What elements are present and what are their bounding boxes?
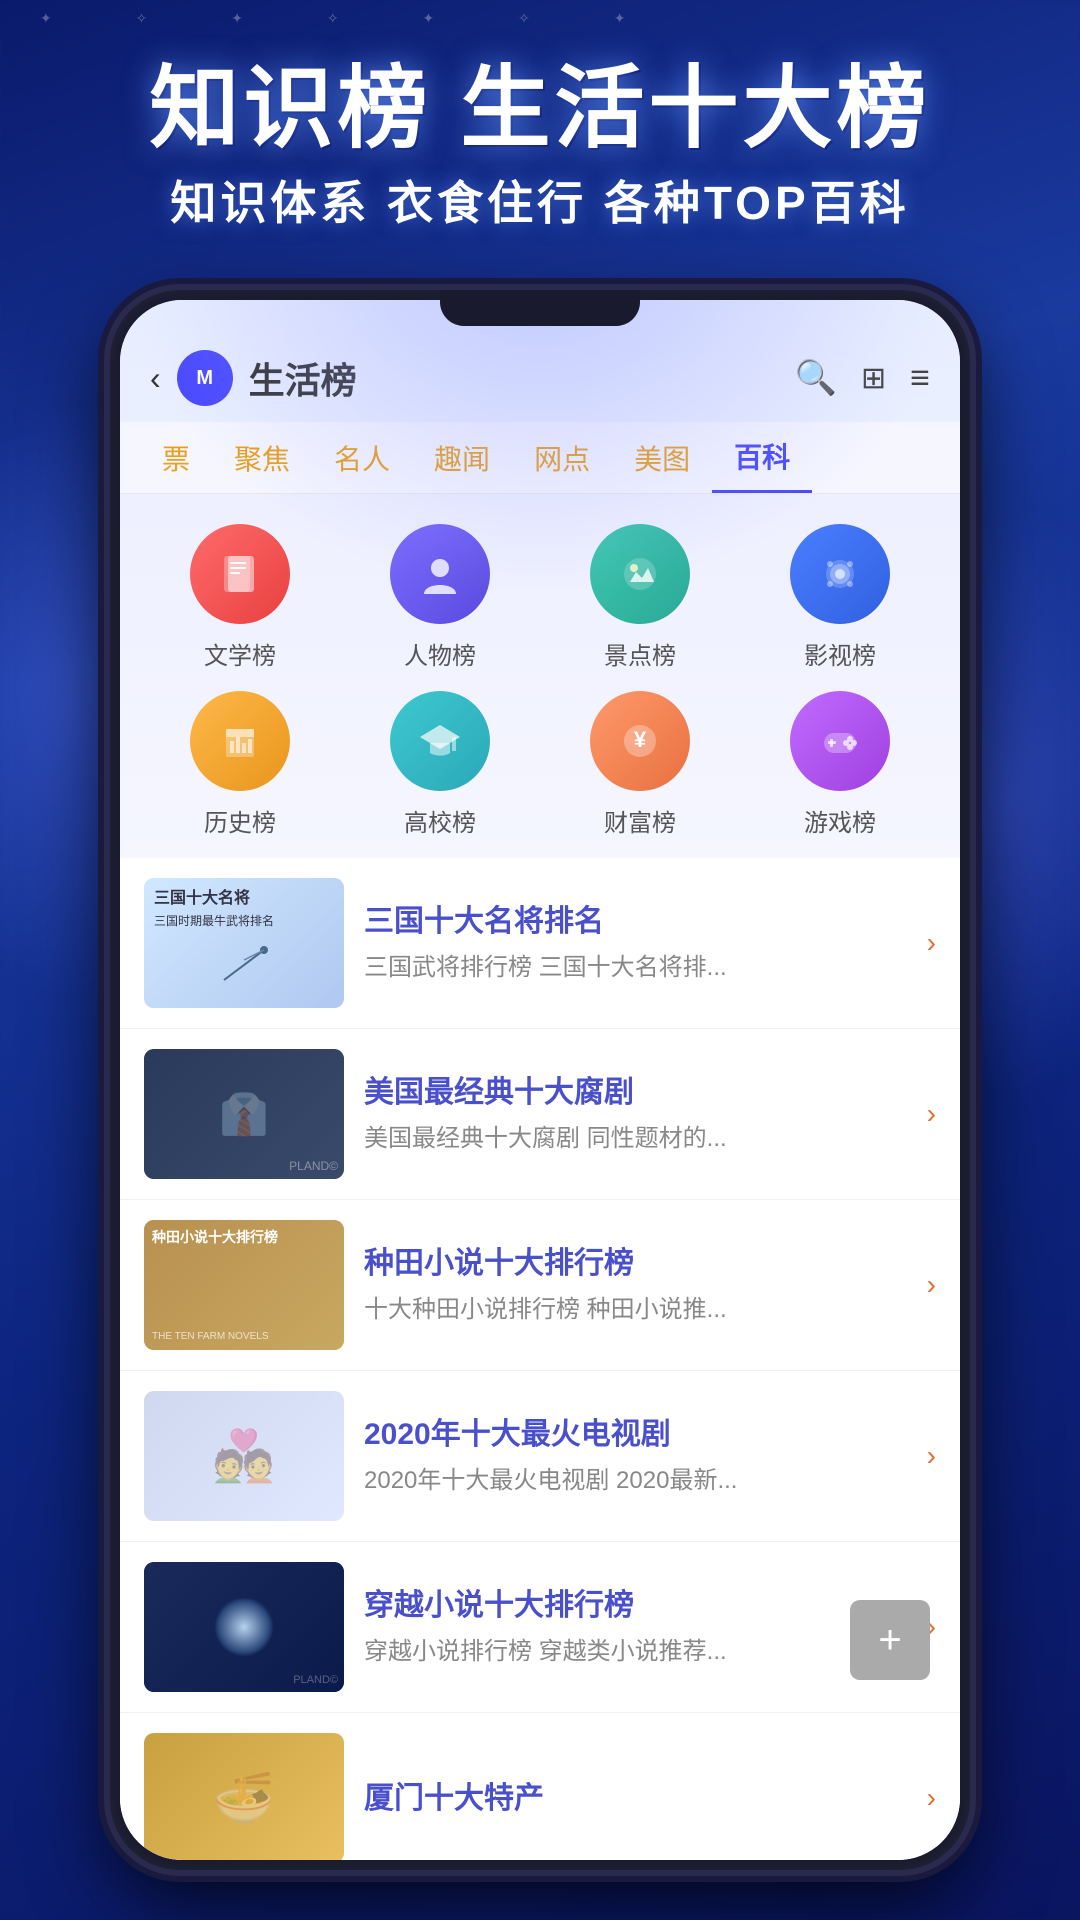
grid-icon[interactable]: ⊞ <box>861 361 886 396</box>
list-thumb-1: 三国十大名将三国时期最牛武将排名 <box>144 878 344 1008</box>
category-renwu[interactable]: 人物榜 <box>350 524 530 671</box>
list-content-3: 种田小说十大排行榜 十大种田小说排行榜 种田小说推... <box>364 1244 907 1327</box>
list-desc-1: 三国武将排行榜 三国十大名将排... <box>364 951 907 985</box>
category-wenxue[interactable]: 文学榜 <box>150 524 330 671</box>
tab-meitu[interactable]: 美图 <box>612 424 712 492</box>
wenxue-label: 文学榜 <box>204 636 276 671</box>
phone-frame: ‹ M 生活榜 🔍 ⊞ ≡ 票 聚焦 名人 趣闻 网点 美图 百科 <box>110 290 970 1870</box>
list-desc-5: 穿越小说排行榜 穿越类小说推荐... <box>364 1635 907 1669</box>
top-bar-left: ‹ M 生活榜 <box>150 350 357 406</box>
list-item[interactable]: 种田小说十大排行榜 THE TEN FARM NOVELS 种田小说十大排行榜 … <box>120 1200 960 1371</box>
list-content-4: 2020年十大最火电视剧 2020年十大最火电视剧 2020最新... <box>364 1415 907 1498</box>
category-jingdian[interactable]: 景点榜 <box>550 524 730 671</box>
top-bar-actions: 🔍 ⊞ ≡ <box>795 358 930 398</box>
category-caifu[interactable]: ¥ 财富榜 <box>550 691 730 838</box>
list-content-2: 美国最经典十大腐剧 美国最经典十大腐剧 同性题材的... <box>364 1073 907 1156</box>
tab-quwen[interactable]: 趣闻 <box>412 424 512 492</box>
category-lishi[interactable]: 历史榜 <box>150 691 330 838</box>
list-thumb-3: 种田小说十大排行榜 THE TEN FARM NOVELS <box>144 1220 344 1350</box>
list-title-2: 美国最经典十大腐剧 <box>364 1073 907 1112</box>
list-item[interactable]: 三国十大名将三国时期最牛武将排名 三国十大名将排名 <box>120 858 960 1029</box>
renwu-icon <box>390 524 490 624</box>
list-title-4: 2020年十大最火电视剧 <box>364 1415 907 1454</box>
list-content-6: 厦门十大特产 <box>364 1779 907 1818</box>
youxi-icon <box>790 691 890 791</box>
tab-baike[interactable]: 百科 <box>712 422 812 493</box>
list-arrow-2: › <box>927 1098 936 1130</box>
app-logo: M <box>177 350 233 406</box>
tab-wangdian[interactable]: 网点 <box>512 424 612 492</box>
list-item[interactable]: PLAND© 穿越小说十大排行榜 穿越小说排行榜 穿越类小说推荐... › <box>120 1542 960 1713</box>
caifu-label: 财富榜 <box>604 803 676 838</box>
header-title-sub: 知识体系 衣食住行 各种TOP百科 <box>0 167 1080 233</box>
list-section: 三国十大名将三国时期最牛武将排名 三国十大名将排名 <box>120 858 960 1860</box>
list-thumb-6: 🍜 <box>144 1733 344 1860</box>
phone-notch <box>440 290 640 326</box>
list-arrow-1: › <box>927 927 936 959</box>
category-gaoxiao[interactable]: 高校榜 <box>350 691 530 838</box>
header-area: 知识榜 生活十大榜 知识体系 衣食住行 各种TOP百科 <box>0 0 1080 263</box>
list-title-3: 种田小说十大排行榜 <box>364 1244 907 1283</box>
lishi-label: 历史榜 <box>204 803 276 838</box>
nav-tabs: 票 聚焦 名人 趣闻 网点 美图 百科 <box>120 422 960 494</box>
float-add-button[interactable]: + <box>850 1600 930 1680</box>
app-content: ‹ M 生活榜 🔍 ⊞ ≡ 票 聚焦 名人 趣闻 网点 美图 百科 <box>120 300 960 1860</box>
category-youxi[interactable]: 游戏榜 <box>750 691 930 838</box>
tab-jujiao[interactable]: 聚焦 <box>212 424 312 492</box>
list-arrow-3: › <box>927 1269 936 1301</box>
phone-screen: ‹ M 生活榜 🔍 ⊞ ≡ 票 聚焦 名人 趣闻 网点 美图 百科 <box>120 300 960 1860</box>
list-arrow-4: › <box>927 1440 936 1472</box>
jingdian-icon <box>590 524 690 624</box>
list-item[interactable]: 💑 2020年十大最火电视剧 2020年十大最火电视剧 2020最新... › <box>120 1371 960 1542</box>
list-desc-2: 美国最经典十大腐剧 同性题材的... <box>364 1122 907 1156</box>
lishi-icon <box>190 691 290 791</box>
yingshi-label: 影视榜 <box>804 636 876 671</box>
list-thumb-4: 💑 <box>144 1391 344 1521</box>
back-button[interactable]: ‹ <box>150 360 161 397</box>
header-title-main: 知识榜 生活十大榜 <box>0 60 1080 159</box>
gaoxiao-label: 高校榜 <box>404 803 476 838</box>
svg-text:¥: ¥ <box>634 727 647 752</box>
tab-mingren[interactable]: 名人 <box>312 424 412 492</box>
yingshi-icon <box>790 524 890 624</box>
list-thumb-2: 👔 PLAND© <box>144 1049 344 1179</box>
gaoxiao-icon <box>390 691 490 791</box>
category-yingshi[interactable]: 影视榜 <box>750 524 930 671</box>
list-desc-4: 2020年十大最火电视剧 2020最新... <box>364 1464 907 1498</box>
list-thumb-5: PLAND© <box>144 1562 344 1692</box>
wenxue-icon <box>190 524 290 624</box>
renwu-label: 人物榜 <box>404 636 476 671</box>
jingdian-label: 景点榜 <box>604 636 676 671</box>
tab-piao[interactable]: 票 <box>140 424 212 492</box>
list-content-1: 三国十大名将排名 三国武将排行榜 三国十大名将排... <box>364 902 907 985</box>
list-item[interactable]: 🍜 厦门十大特产 › <box>120 1713 960 1860</box>
list-content-5: 穿越小说十大排行榜 穿越小说排行榜 穿越类小说推荐... <box>364 1586 907 1669</box>
caifu-icon: ¥ <box>590 691 690 791</box>
menu-icon[interactable]: ≡ <box>910 359 930 398</box>
list-desc-3: 十大种田小说排行榜 种田小说推... <box>364 1293 907 1327</box>
list-title-5: 穿越小说十大排行榜 <box>364 1586 907 1625</box>
list-item[interactable]: 👔 PLAND© 美国最经典十大腐剧 美国最经典十大腐剧 同性题材的... › <box>120 1029 960 1200</box>
search-icon[interactable]: 🔍 <box>795 358 837 398</box>
list-arrow-6: › <box>927 1782 936 1814</box>
category-grid: 文学榜 人物榜 <box>120 494 960 858</box>
list-title-1: 三国十大名将排名 <box>364 902 907 941</box>
page-title: 生活榜 <box>249 352 357 404</box>
list-title-6: 厦门十大特产 <box>364 1779 907 1818</box>
youxi-label: 游戏榜 <box>804 803 876 838</box>
